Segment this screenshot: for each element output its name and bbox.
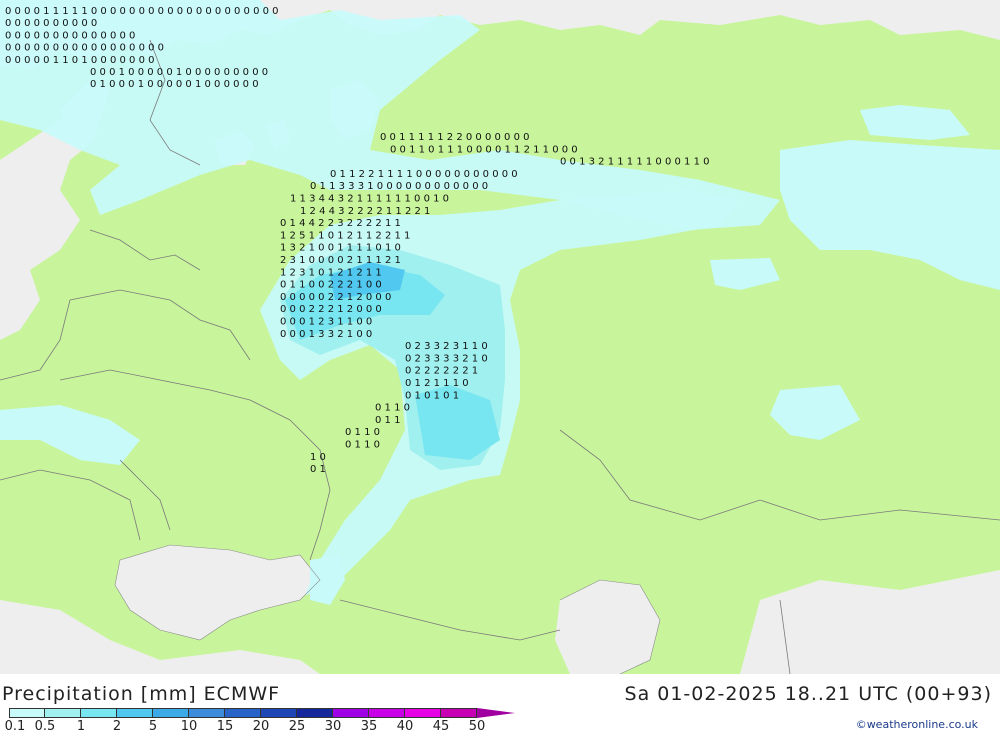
legend-label: 45 [432,719,450,734]
precip-value-row: 0 0 0 1 2 3 1 1 0 0 [280,317,372,328]
legend-swatch [405,708,441,718]
precip-value-row: 0 2 2 2 2 2 2 1 [405,366,478,377]
precip-value-row: 0 1 4 4 2 2 3 2 2 2 2 1 1 [280,218,401,229]
precip-value-row: 0 1 1 0 [375,403,410,414]
legend-swatch [45,708,81,718]
precip-value-row: 0 0 0 1 3 3 2 1 0 0 [280,329,372,340]
precip-value-row: 0 1 0 0 0 1 0 0 0 0 0 1 0 0 0 0 0 0 [90,79,259,90]
legend-swatch [369,708,405,718]
legend-label: 30 [324,719,342,734]
legend-swatch [261,708,297,718]
legend-swatch [297,708,333,718]
legend-label: 5 [148,719,158,734]
precip-value-row: 0 0 0 0 0 0 0 0 0 0 0 0 0 0 0 0 0 [5,43,164,54]
footer: Precipitation [mm] ECMWF Sa 01-02-2025 1… [0,674,1000,734]
precip-value-row: 0 1 1 [375,415,400,426]
legend-color-bar [9,708,515,718]
legend-label: 25 [288,719,306,734]
legend-label: 15 [216,719,234,734]
map-area[interactable]: 0 0 0 0 1 1 1 1 1 0 0 0 0 0 0 0 0 0 0 0 … [0,0,1000,674]
legend-label: 50 [468,719,486,734]
precip-value-row: 1 3 2 1 0 0 1 1 1 1 0 1 0 [280,243,401,254]
precip-value-row: 2 3 1 0 0 0 0 2 1 1 1 2 1 [280,255,401,266]
legend-label: 0.1 [4,719,26,734]
credit-link[interactable]: ©weatheronline.co.uk [856,718,978,731]
legend-swatch [153,708,189,718]
precip-value-row: 0 0 0 2 2 2 1 2 0 0 0 [280,304,382,315]
precip-value-row: 0 0 1 3 2 1 1 1 1 1 0 0 0 1 1 0 [560,157,709,168]
precip-value-row: 1 2 4 4 3 2 2 2 2 1 1 2 2 1 [300,206,430,217]
precipitation-map: 0 0 0 0 1 1 1 1 1 0 0 0 0 0 0 0 0 0 0 0 … [0,0,1000,674]
precip-value-row: 0 1 2 1 1 1 0 [405,378,469,389]
legend-swatch [117,708,153,718]
legend-label: 0.5 [34,719,56,734]
precip-value-row: 0 1 1 0 [345,427,380,438]
legend-label: 2 [112,719,122,734]
precip-value-row: 0 0 0 0 0 1 1 0 1 0 0 0 0 0 0 0 [5,55,154,66]
precip-value-row: 1 1 3 4 4 3 2 1 1 1 1 1 1 0 0 1 0 [290,194,449,205]
precip-value-row: 0 1 0 1 0 1 [405,390,459,401]
legend-swatch [9,708,45,718]
legend-label: 20 [252,719,270,734]
precip-value-row: 1 2 3 1 0 1 2 1 2 1 1 [280,267,382,278]
legend-label: 1 [76,719,86,734]
precip-value-row: 1 0 [310,452,326,463]
precip-value-row: 0 1 1 2 2 1 1 1 1 0 0 0 0 0 0 0 0 0 0 0 [330,169,518,180]
legend-arrow [477,708,515,718]
precip-value-row: 1 2 5 1 1 0 1 2 1 1 2 2 1 1 [280,230,410,241]
legend-swatch [441,708,477,718]
precip-value-row: 0 0 0 0 0 0 0 0 0 0 [5,18,97,29]
precip-value-row: 0 0 0 0 0 2 2 1 2 0 0 0 [280,292,391,303]
legend-label: 10 [180,719,198,734]
legend-swatch [189,708,225,718]
legend-label: 40 [396,719,414,734]
precip-value-row: 0 2 3 3 3 3 2 1 0 [405,353,488,364]
map-title: Precipitation [mm] ECMWF [2,683,281,705]
precip-value-row: 0 0 1 1 1 1 1 2 2 0 0 0 0 0 0 0 [380,132,529,143]
precip-value-row: 0 2 3 3 2 3 1 1 0 [405,341,488,352]
legend-label: 35 [360,719,378,734]
precip-value-row: 0 0 0 0 1 1 1 1 1 0 0 0 0 0 0 0 0 0 0 0 … [5,6,279,17]
precip-value-row: 0 0 0 1 0 0 0 0 0 1 0 0 0 0 0 0 0 0 0 [90,67,268,78]
precip-value-row: 0 0 0 0 0 0 0 0 0 0 0 0 0 0 [5,30,135,41]
precip-value-row: 0 1 1 0 0 2 2 2 1 0 0 [280,280,382,291]
precip-value-row: 0 1 1 0 [345,440,380,451]
legend-swatch [81,708,117,718]
legend-swatch [333,708,369,718]
map-datetime: Sa 01-02-2025 18..21 UTC (00+93) [624,683,992,705]
legend-swatch [225,708,261,718]
precip-value-row: 0 1 1 3 3 3 1 0 0 0 0 0 0 0 0 0 0 0 0 [310,181,488,192]
precip-value-row: 0 0 1 1 0 1 1 1 0 0 0 0 1 1 2 1 1 0 0 0 [390,144,578,155]
precip-value-row: 0 1 [310,464,326,475]
